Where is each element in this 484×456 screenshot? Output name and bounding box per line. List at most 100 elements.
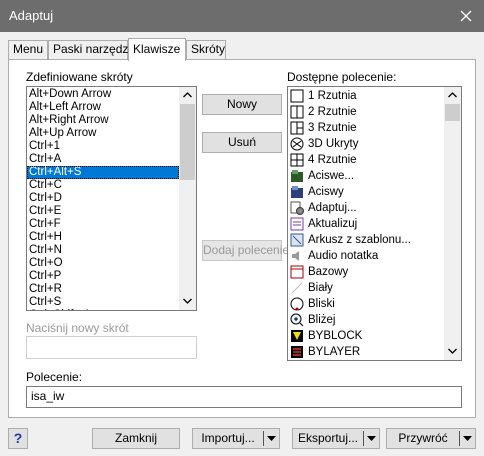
command-label: Polecenie: [26, 370, 83, 384]
tab-keys[interactable]: Klawisze [128, 38, 186, 61]
command-item-label: Bazowy [308, 266, 349, 278]
title-bar: Adaptuj [0, 0, 484, 32]
help-button[interactable]: ? [8, 428, 28, 449]
shortcuts-list[interactable]: Alt+Down Arrow Alt+Left Arrow Alt+Right Ar… [26, 86, 197, 311]
audio-note-icon [290, 249, 304, 263]
scroll-up-button[interactable] [444, 87, 461, 104]
command-item[interactable]: Bliżej [288, 312, 444, 328]
command-item[interactable]: Biały [288, 280, 444, 296]
command-item[interactable]: 1 Rzutnia [288, 88, 444, 104]
shortcut-item[interactable]: Ctrl+H [27, 231, 179, 244]
chevron-up-icon [448, 92, 457, 98]
commands-list[interactable]: 1 Rzutnia 2 Rzutnie 3 Rzutnie 3D Ukryty 4 Rz… [287, 86, 462, 361]
command-item-label: 4 Rzutnie [308, 154, 357, 166]
shortcut-item[interactable]: Ctrl+R [27, 283, 179, 296]
shortcuts-scrollbar[interactable] [179, 87, 196, 310]
close-window-button[interactable] [448, 0, 484, 32]
viewport-2-icon [290, 105, 304, 119]
command-item-label: BYBLOCK [308, 330, 363, 342]
restore-dropdown[interactable] [460, 429, 476, 448]
new-shortcut-label: Naciśnij nowy skrót [26, 321, 129, 335]
command-item[interactable]: BYLAYER [288, 344, 444, 360]
shortcut-item[interactable]: Ctrl+S [27, 296, 179, 309]
shortcut-item[interactable]: Ctrl+O [27, 257, 179, 270]
caret-down-icon [367, 436, 376, 441]
remove-button[interactable]: Usuń [202, 132, 282, 153]
command-item-label: Arkusz z szablonu... [308, 234, 411, 246]
base-icon [290, 265, 304, 279]
command-item[interactable]: Audio notatka [288, 248, 444, 264]
window-title: Adaptuj [9, 8, 54, 23]
scroll-up-button[interactable] [179, 87, 196, 104]
tab-menu[interactable]: Menu [8, 40, 48, 59]
caret-down-icon [267, 436, 276, 441]
command-item-label: 1 Rzutnia [308, 90, 357, 102]
command-item-label: Adaptuj... [308, 202, 357, 214]
close-button[interactable]: Zamknij [92, 428, 180, 449]
commands-label: Dostępne polecenie: [287, 70, 397, 84]
acis-in-icon [290, 169, 304, 183]
viewport-1-icon [290, 89, 304, 103]
tab-aliases[interactable]: Skróty [186, 40, 226, 59]
scroll-thumb[interactable] [445, 104, 460, 121]
commands-scrollbar[interactable] [444, 87, 461, 360]
near-icon [290, 297, 304, 311]
command-item-label: Aciswe... [308, 170, 355, 182]
add-command-button[interactable]: Dodaj polecenie [202, 240, 289, 261]
shortcut-item[interactable]: Ctrl+C [27, 179, 179, 192]
new-shortcut-field[interactable] [26, 336, 197, 359]
sheet-template-icon [290, 233, 304, 247]
command-item[interactable]: 3D Ukryty [288, 136, 444, 152]
command-item-label: Aciswy [308, 186, 344, 198]
new-button[interactable]: Nowy [202, 94, 282, 115]
tab-toolbars[interactable]: Paski narzędzi [48, 40, 131, 59]
command-item-label: 2 Rzutnie [308, 106, 357, 118]
shortcut-item[interactable]: Ctrl+N [27, 244, 179, 257]
viewport-3-icon [290, 121, 304, 135]
scroll-down-button[interactable] [179, 293, 196, 310]
shortcut-item[interactable]: Ctrl+E [27, 205, 179, 218]
command-item[interactable]: Adaptuj... [288, 200, 444, 216]
command-item[interactable]: Aciswe... [288, 168, 444, 184]
shortcut-item[interactable]: Alt+Left Arrow [27, 101, 179, 114]
command-item-label: Biały [308, 282, 333, 294]
command-item[interactable]: BYBLOCK [288, 328, 444, 344]
shortcut-item[interactable]: Ctrl+Alt+S [27, 166, 179, 179]
command-item-label: 3 Rzutnie [308, 122, 357, 134]
shortcut-item[interactable]: Ctrl+F [27, 218, 179, 231]
import-label[interactable]: Importuj... [193, 429, 263, 448]
command-item[interactable]: 4 Rzutnie [288, 152, 444, 168]
command-item[interactable]: 2 Rzutnie [288, 104, 444, 120]
shortcut-item[interactable]: Ctrl+A [27, 153, 179, 166]
import-button[interactable]: Importuj... [192, 428, 280, 449]
customize-icon [290, 201, 304, 215]
restore-button[interactable]: Przywróć [386, 428, 476, 449]
command-item-label: 3D Ukryty [308, 138, 359, 150]
command-item[interactable]: Aciswy [288, 184, 444, 200]
shortcut-item[interactable]: Alt+Up Arrow [27, 127, 179, 140]
update-icon [290, 217, 304, 231]
export-dropdown[interactable] [364, 429, 380, 448]
shortcut-item[interactable]: Ctrl+Shift+A [27, 309, 179, 310]
command-item[interactable]: Bazowy [288, 264, 444, 280]
export-label[interactable]: Eksportuj... [293, 429, 363, 448]
command-item-label: BYLAYER [308, 346, 361, 358]
scroll-thumb[interactable] [180, 104, 195, 180]
shortcut-item[interactable]: Ctrl+1 [27, 140, 179, 153]
command-item[interactable]: Arkusz z szablonu... [288, 232, 444, 248]
shortcut-item[interactable]: Ctrl+P [27, 270, 179, 283]
command-item[interactable]: 3 Rzutnie [288, 120, 444, 136]
scroll-down-button[interactable] [444, 343, 461, 360]
shortcut-item[interactable]: Alt+Down Arrow [27, 88, 179, 101]
shortcut-item[interactable]: Ctrl+D [27, 192, 179, 205]
export-button[interactable]: Eksportuj... [292, 428, 380, 449]
chevron-down-icon [183, 298, 192, 304]
restore-label[interactable]: Przywróć [387, 429, 459, 448]
caret-down-icon [463, 436, 472, 441]
command-item[interactable]: Bliski [288, 296, 444, 312]
shortcut-item[interactable]: Alt+Right Arrow [27, 114, 179, 127]
import-dropdown[interactable] [264, 429, 280, 448]
command-item[interactable]: Aktualizuj [288, 216, 444, 232]
command-field[interactable]: isa_iw [26, 386, 462, 408]
chevron-down-icon [448, 348, 457, 354]
